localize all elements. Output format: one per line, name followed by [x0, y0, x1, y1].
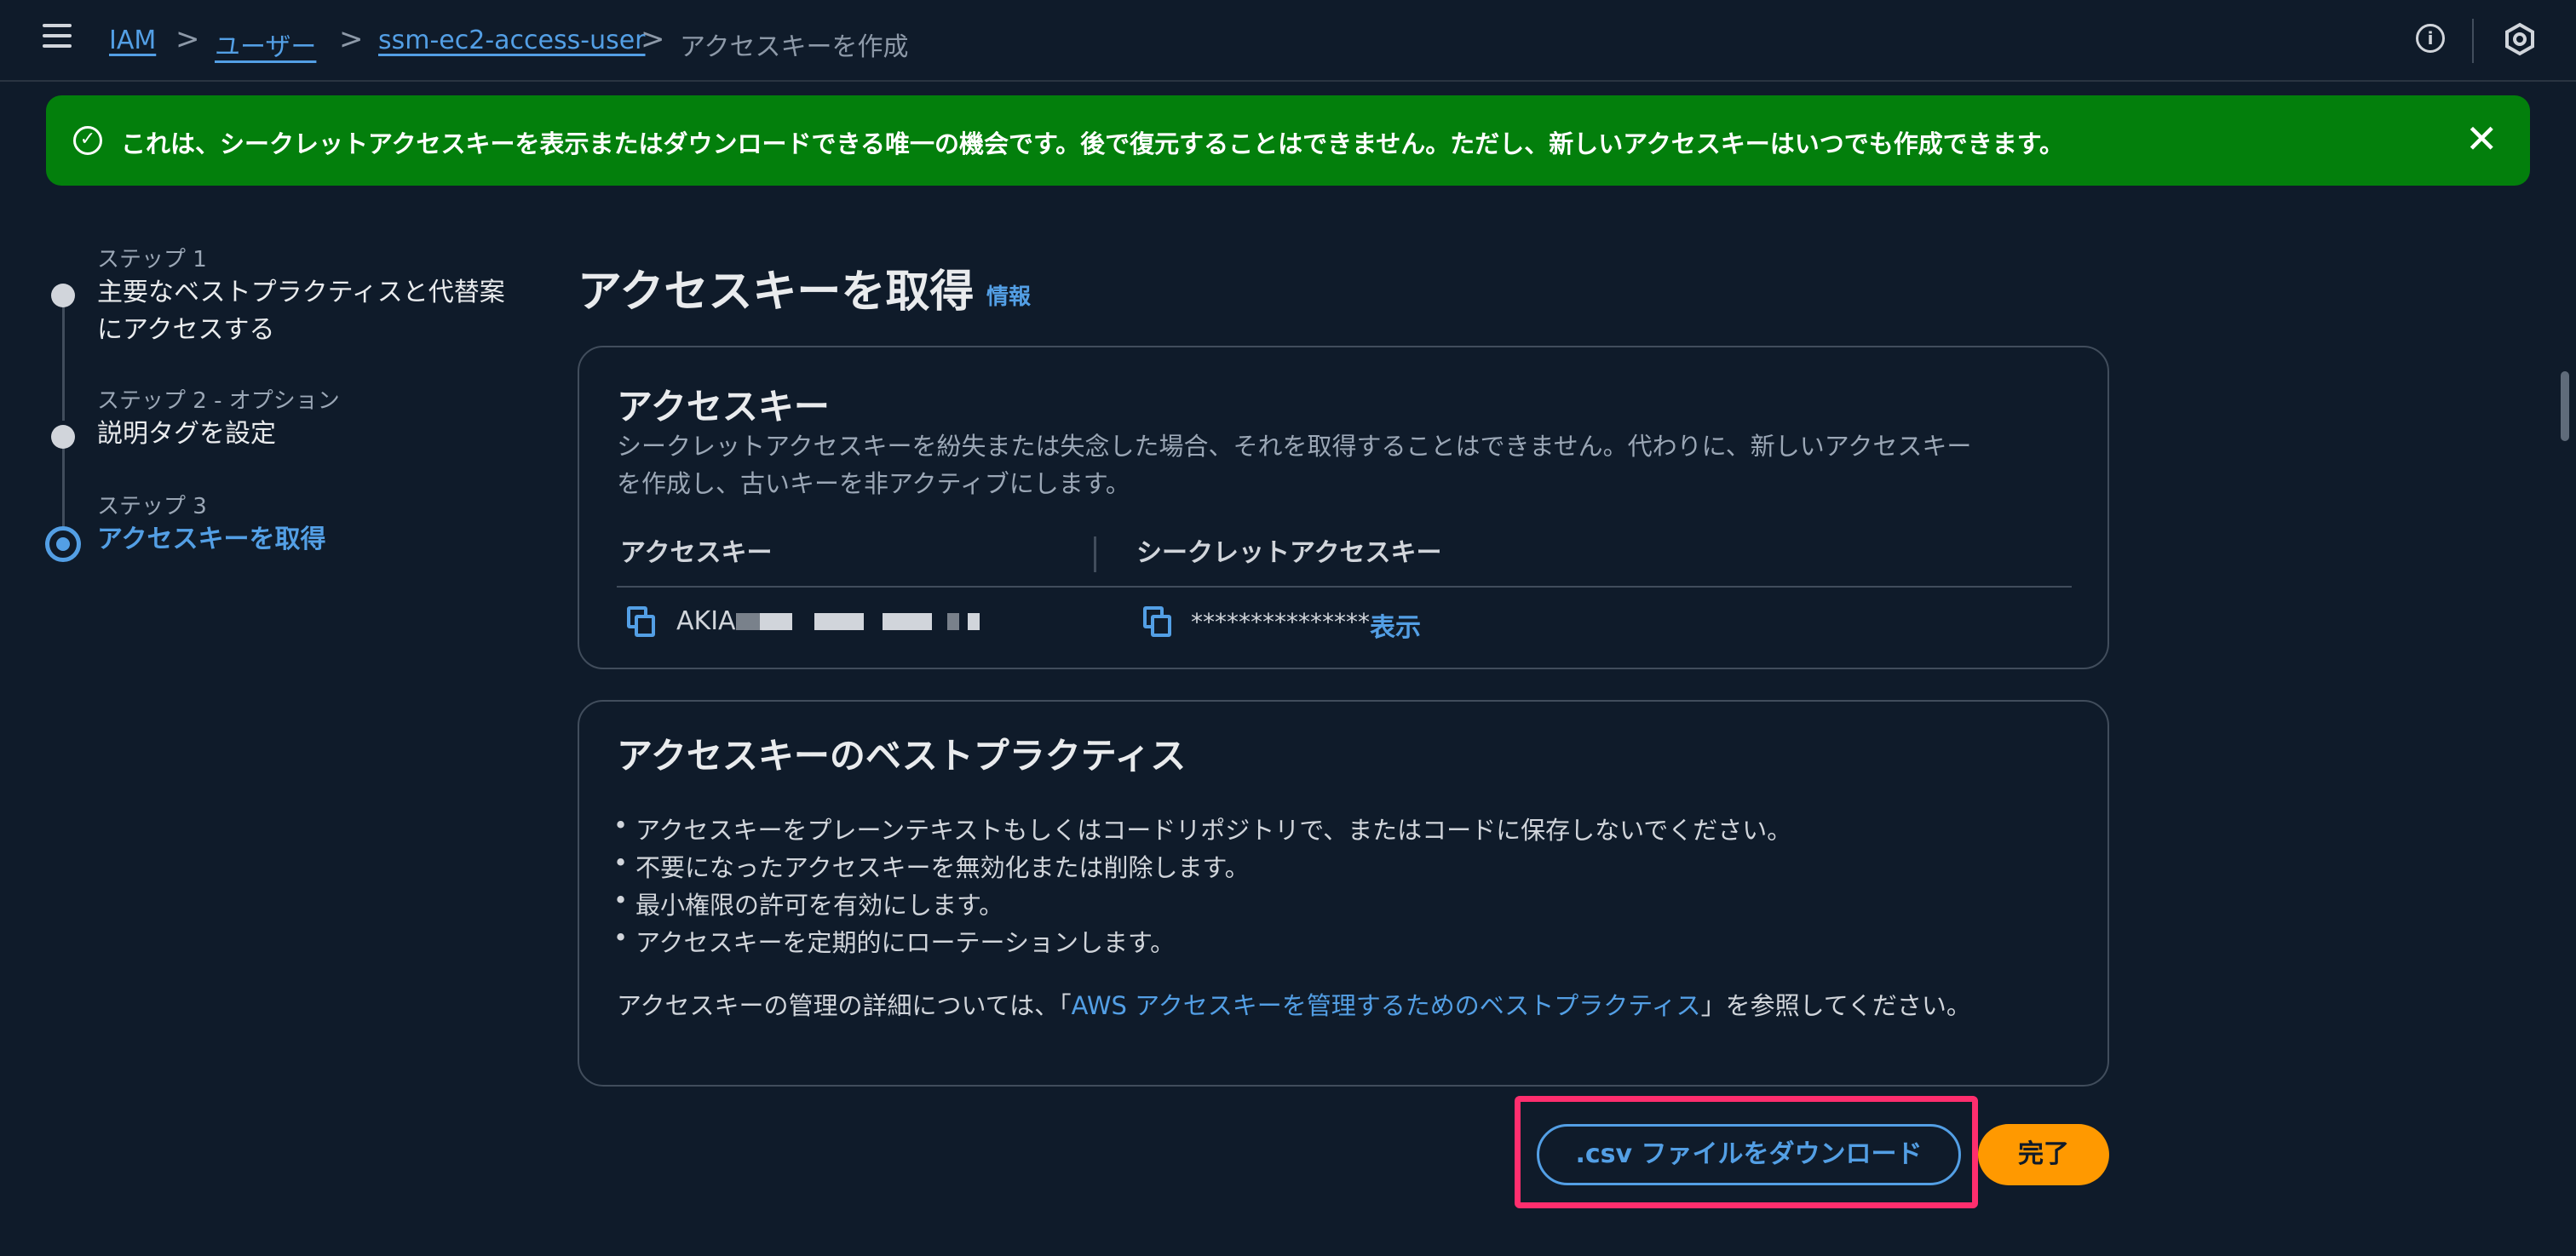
step-connector	[62, 307, 65, 421]
breadcrumb-separator: >	[175, 22, 200, 56]
copy-secret-key-icon[interactable]	[1143, 606, 1172, 637]
show-secret-key-link[interactable]: 表示	[1370, 606, 1421, 644]
reference-text: アクセスキーの管理の詳細については、「AWS アクセスキーを管理するためのベスト…	[617, 986, 1971, 1022]
description-line: シークレットアクセスキーを紛失または失念した場合、それを取得することはできません…	[617, 432, 1972, 461]
page-title: アクセスキーを取得	[578, 267, 975, 318]
list-item: 最小権限の許可を有効にします。	[613, 886, 1003, 921]
step-2-title[interactable]: 説明タグを設定	[97, 416, 276, 453]
step-1-indicator	[51, 284, 75, 307]
reference-prefix: アクセスキーの管理の詳細については、「	[617, 991, 1072, 1020]
breadcrumb-iam[interactable]: IAM	[109, 26, 156, 55]
reference-suffix: 」を参照してください。	[1700, 991, 1971, 1020]
redacted-block	[968, 613, 980, 630]
breadcrumb-users[interactable]: ユーザー	[215, 26, 316, 63]
redacted-block	[736, 613, 760, 630]
step-1-label: ステップ 1	[97, 247, 207, 272]
done-button[interactable]: 完了	[1978, 1124, 2109, 1185]
access-key-value: AKIA	[676, 606, 736, 636]
breadcrumb-separator: >	[641, 22, 665, 56]
info-icon[interactable]: i	[2416, 24, 2445, 53]
step-3-title: アクセスキーを取得	[97, 525, 326, 554]
menu-icon[interactable]	[43, 24, 72, 49]
best-practices-card: アクセスキーのベストプラクティス アクセスキーをプレーンテキストもしくはコードリ…	[578, 700, 2109, 1087]
secret-key-value: ***************	[1191, 608, 1370, 636]
list-item: アクセスキーをプレーンテキストもしくはコードリポジトリで、またはコードに保存しな…	[613, 811, 1791, 846]
settings-icon[interactable]	[2503, 22, 2537, 56]
breadcrumb-separator: >	[339, 22, 364, 56]
redacted-block	[760, 613, 792, 630]
scrollbar[interactable]	[2561, 371, 2569, 441]
access-key-card-title: アクセスキー	[617, 386, 830, 427]
step-1-title[interactable]: 主要なベストプラクティスと代替案	[97, 274, 505, 312]
list-item: 不要になったアクセスキーを無効化または削除します。	[613, 848, 1250, 884]
download-csv-button[interactable]: .csv ファイルをダウンロード	[1537, 1124, 1961, 1185]
access-key-card: アクセスキー シークレットアクセスキーを紛失または失念した場合、それを取得するこ…	[578, 346, 2109, 669]
best-practices-link[interactable]: AWS アクセスキーを管理するためのベストプラクティス	[1072, 991, 1701, 1020]
access-key-card-description: シークレットアクセスキーを紛失または失念した場合、それを取得することはできません…	[617, 427, 2082, 502]
table-divider	[617, 586, 2072, 588]
redacted-block	[814, 613, 864, 630]
banner-message: これは、シークレットアクセスキーを表示またはダウンロードできる唯一の機会です。後…	[121, 129, 2064, 158]
breadcrumb-user-name[interactable]: ssm-ec2-access-user	[378, 26, 646, 55]
step-2-indicator	[51, 425, 75, 449]
step-connector	[62, 448, 65, 531]
list-item: アクセスキーを定期的にローテーションします。	[613, 923, 1175, 959]
step-3-indicator	[45, 526, 81, 562]
top-navigation-bar: IAM > ユーザー > ssm-ec2-access-user > アクセスキ…	[0, 0, 2576, 82]
best-practices-card-title: アクセスキーのベストプラクティス	[617, 735, 1187, 777]
description-line: を作成し、古いキーを非アクティブにします。	[617, 469, 1130, 498]
success-banner: ✓ これは、シークレットアクセスキーを表示またはダウンロードできる唯一の機会です…	[46, 95, 2530, 186]
close-icon[interactable]: ✕	[2465, 118, 2498, 160]
breadcrumb-current: アクセスキーを作成	[680, 32, 909, 62]
toolbar-divider	[2472, 19, 2474, 63]
check-circle-icon: ✓	[73, 126, 102, 155]
step-1-title-line2[interactable]: にアクセスする	[97, 312, 275, 349]
copy-access-key-icon[interactable]	[627, 606, 656, 637]
redacted-block	[947, 613, 959, 630]
step-3-label: ステップ 3	[97, 494, 207, 519]
column-header-secret-key: シークレットアクセスキー	[1136, 538, 1442, 568]
info-link[interactable]: 情報	[986, 279, 1031, 311]
step-2-label: ステップ 2 - オプション	[97, 388, 340, 414]
column-header-access-key: アクセスキー	[620, 538, 773, 568]
column-divider	[1094, 536, 1096, 572]
redacted-block	[883, 613, 932, 630]
